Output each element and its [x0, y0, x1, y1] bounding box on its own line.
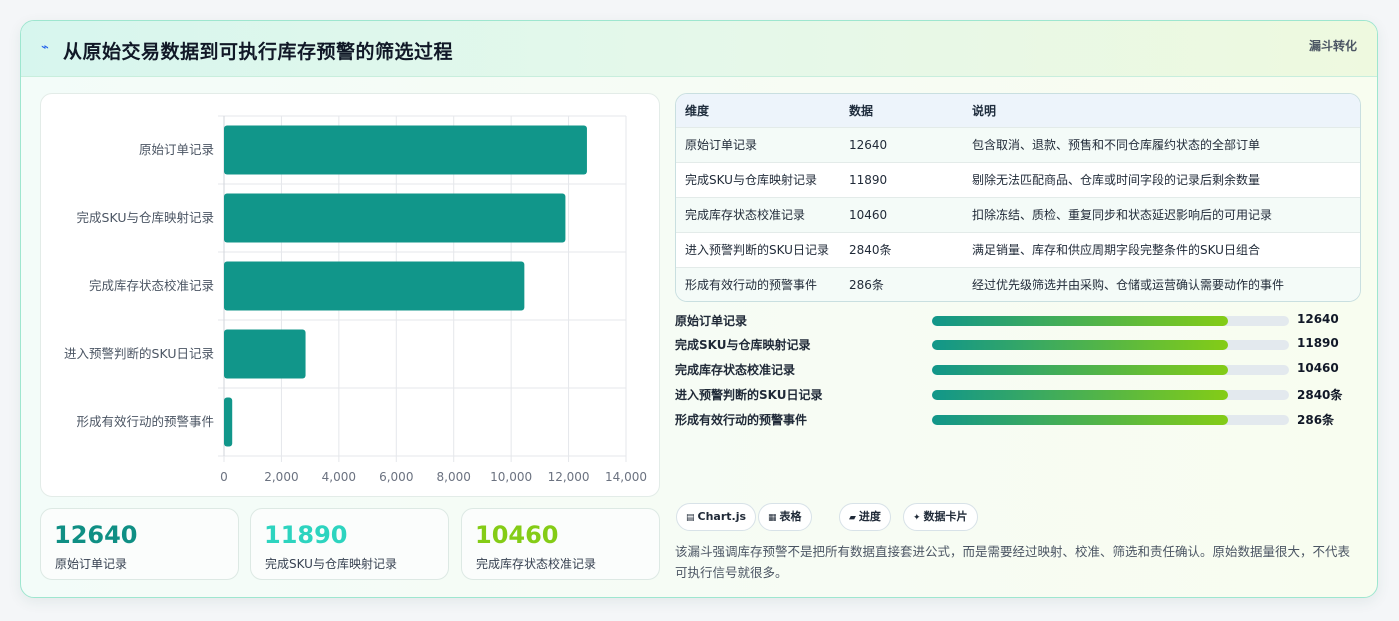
progress-value: 11890 — [1297, 336, 1339, 350]
bar — [224, 261, 525, 311]
table-cell: 剔除无法匹配商品、仓库或时间字段的记录后剩余数量 — [972, 173, 1261, 187]
progress-value: 286条 — [1297, 413, 1335, 427]
chip-table[interactable]: ▦ 表格 — [758, 503, 812, 531]
table-cell: 满足销量、库存和供应周期字段完整条件的SKU日组合 — [972, 243, 1260, 257]
progress-track — [932, 365, 1289, 375]
progress-fill — [932, 415, 1229, 425]
card-title: 从原始交易数据到可执行库存预警的筛选过程 — [63, 41, 454, 63]
progress-track — [932, 340, 1289, 350]
y-tick-label: 完成SKU与仓库映射记录 — [77, 210, 214, 225]
progress-label: 完成SKU与仓库映射记录 — [675, 338, 811, 352]
progress-fill — [932, 316, 1229, 326]
progress-label: 完成库存状态校准记录 — [675, 363, 796, 377]
card-header: ⌁ 从原始交易数据到可执行库存预警的筛选过程 漏斗转化 — [21, 21, 1377, 77]
chip-progress[interactable]: ▰ 进度 — [839, 503, 891, 531]
progress-track — [932, 316, 1289, 326]
table-cell: 扣除冻结、质检、重复同步和状态延迟影响后的可用记录 — [972, 208, 1273, 222]
x-tick-label: 0 — [220, 470, 228, 484]
table-row: 形成有效行动的预警事件 286条 经过优先级筛选并由采购、仓储或运营确认需要动作… — [676, 267, 1360, 301]
table-cell: 12640 — [849, 137, 888, 152]
x-tick-label: 6,000 — [379, 470, 413, 484]
x-tick-label: 10,000 — [490, 470, 532, 484]
bar-chart-svg: 0 2,000 4,000 6,000 8,000 10,000 12,000 14,000 原… — [64, 115, 647, 484]
table-row: 进入预警判断的SKU日记录 2840条 满足销量、库存和供应周期字段完整条件的S… — [676, 232, 1360, 267]
progress-value: 2840条 — [1297, 388, 1343, 402]
bar — [224, 329, 306, 379]
progress-row: 完成库存状态校准记录 10460 — [675, 360, 1375, 380]
table-row: 完成库存状态校准记录 10460 扣除冻结、质检、重复同步和状态延迟影响后的可用… — [676, 197, 1360, 232]
x-tick-label: 12,000 — [548, 470, 590, 484]
table-cell: 完成SKU与仓库映射记录 — [685, 173, 817, 187]
kpi-label: 完成库存状态校准记录 — [476, 557, 597, 571]
table-cell: 2840条 — [849, 243, 892, 257]
x-tick-label: 8,000 — [437, 470, 471, 484]
data-table: 维度 数据 说明 原始订单记录 12640 包含取消、退款、预售和不同仓库履约状… — [675, 93, 1361, 302]
kpi-label: 原始订单记录 — [55, 557, 128, 571]
bar — [224, 397, 233, 447]
chart-icon: ▤ — [686, 513, 695, 523]
progress-icon: ▰ — [849, 513, 856, 523]
progress-value: 12640 — [1297, 312, 1339, 326]
progress-row: 原始订单记录 12640 — [675, 311, 1375, 331]
column-header: 维度 — [685, 103, 710, 118]
table-cell: 形成有效行动的预警事件 — [685, 278, 818, 293]
kpi-value: 10460 — [475, 521, 559, 549]
y-tick-label: 进入预警判断的SKU日记录 — [64, 346, 214, 361]
table-cell: 286条 — [849, 278, 884, 293]
kpi-card-stock-calibration: 10460 完成库存状态校准记录 — [461, 508, 660, 580]
kpi-card-sku-mapping: 11890 完成SKU与仓库映射记录 — [250, 508, 449, 580]
funnel-bar-chart: 0 2,000 4,000 6,000 8,000 10,000 12,000 14,000 原… — [40, 93, 660, 497]
table-cell: 经过优先级筛选并由采购、仓储或运营确认需要动作的事件 — [972, 278, 1285, 293]
column-header: 数据 — [849, 103, 874, 118]
table-cell: 进入预警判断的SKU日记录 — [685, 243, 829, 257]
chip-chartjs[interactable]: ▤ Chart.js — [676, 503, 757, 531]
table-header-row: 维度 数据 说明 — [676, 94, 1360, 127]
chip-data-card[interactable]: ✦ 数据卡片 — [903, 503, 978, 531]
progress-row: 完成SKU与仓库映射记录 11890 — [675, 335, 1375, 355]
progress-value: 10460 — [1297, 361, 1339, 375]
table-cell: 完成库存状态校准记录 — [685, 208, 806, 222]
kpi-value: 12640 — [54, 521, 138, 549]
kpi-card-raw-orders: 12640 原始订单记录 — [40, 508, 239, 580]
table-icon: ▦ — [768, 513, 777, 523]
table-cell: 10460 — [849, 207, 888, 222]
progress-row: 进入预警判断的SKU日记录 2840条 — [675, 385, 1375, 405]
progress-label: 进入预警判断的SKU日记录 — [675, 388, 823, 402]
x-tick-label: 14,000 — [605, 470, 647, 484]
table-cell: 11890 — [849, 172, 888, 187]
description-note: 该漏斗强调库存预警不是把所有数据直接套进公式，而是需要经过映射、校准、筛选和责任… — [675, 544, 1351, 580]
progress-label: 形成有效行动的预警事件 — [675, 413, 808, 427]
chip-label: 表格 — [779, 510, 802, 523]
table-row: 完成SKU与仓库映射记录 11890 剔除无法匹配商品、仓库或时间字段的记录后剩… — [676, 162, 1360, 197]
y-tick-label: 完成库存状态校准记录 — [89, 278, 214, 293]
x-tick-label: 4,000 — [322, 470, 356, 484]
y-tick-label: 原始订单记录 — [139, 142, 214, 157]
progress-fill — [932, 340, 1229, 350]
progress-track — [932, 390, 1289, 400]
column-header: 说明 — [972, 103, 997, 118]
card-icon: ✦ — [913, 513, 921, 523]
lightning-icon: ⌁ — [41, 40, 49, 55]
bar — [224, 193, 566, 243]
kpi-label: 完成SKU与仓库映射记录 — [265, 557, 397, 571]
progress-fill — [932, 365, 1229, 375]
progress-fill — [932, 390, 1229, 400]
progress-label: 原始订单记录 — [675, 314, 748, 328]
x-tick-label: 2,000 — [264, 470, 298, 484]
chip-label: 进度 — [858, 510, 881, 523]
y-tick-label: 形成有效行动的预警事件 — [76, 414, 214, 429]
table-cell: 包含取消、退款、预售和不同仓库履约状态的全部订单 — [972, 138, 1261, 152]
category-tag: 漏斗转化 — [1308, 39, 1357, 53]
kpi-value: 11890 — [264, 521, 348, 549]
table-cell: 原始订单记录 — [685, 138, 758, 152]
chip-label: 数据卡片 — [923, 510, 968, 523]
progress-track — [932, 415, 1289, 425]
table-row: 原始订单记录 12640 包含取消、退款、预售和不同仓库履约状态的全部订单 — [676, 127, 1360, 162]
funnel-card: ⌁ 从原始交易数据到可执行库存预警的筛选过程 漏斗转化 0 2,000 4,000 6… — [20, 20, 1378, 598]
progress-row: 形成有效行动的预警事件 286条 — [675, 410, 1375, 430]
bar — [224, 125, 587, 175]
chip-label: Chart.js — [697, 510, 747, 523]
